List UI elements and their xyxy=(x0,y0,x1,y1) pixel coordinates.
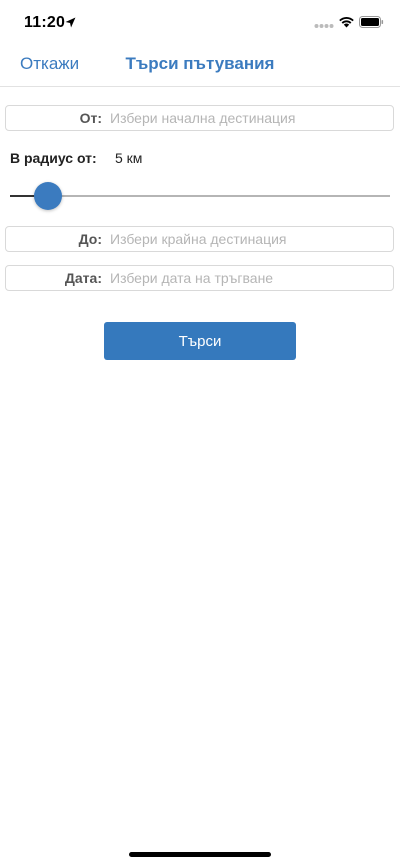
nav-bar: Откажи Търси пътувания xyxy=(0,44,400,87)
date-label: Дата: xyxy=(64,270,102,286)
status-bar: 11:20 xyxy=(0,0,400,44)
slider-thumb[interactable] xyxy=(34,182,62,210)
radius-value: 5 км xyxy=(115,150,143,166)
status-time: 11:20 xyxy=(24,14,66,31)
date-placeholder: Избери дата на тръгване xyxy=(110,270,274,286)
page-title-text: Търси пътувания xyxy=(125,54,275,73)
radius-label: В радиус от: xyxy=(10,150,97,166)
from-field[interactable]: От: Избери начална дестинация xyxy=(5,105,394,131)
wifi-icon xyxy=(339,17,354,28)
search-button[interactable]: Търси xyxy=(104,322,296,360)
date-field[interactable]: Дата: Избери дата на тръгване xyxy=(5,265,394,291)
from-label: От: xyxy=(79,110,102,126)
to-label: До: xyxy=(78,231,102,247)
signal-dots-icon xyxy=(314,24,334,28)
battery-icon xyxy=(359,16,384,28)
location-arrow-icon xyxy=(65,17,76,28)
from-placeholder: Избери начална дестинация xyxy=(110,110,296,126)
radius-row: В радиус от: 5 км xyxy=(10,150,142,166)
home-indicator xyxy=(129,852,271,857)
to-placeholder: Избери крайна дестинация xyxy=(110,231,287,247)
radius-slider[interactable] xyxy=(10,182,390,210)
slider-track xyxy=(10,195,390,197)
page-title: Търси пътувания xyxy=(0,54,400,74)
to-field[interactable]: До: Избери крайна дестинация xyxy=(5,226,394,252)
